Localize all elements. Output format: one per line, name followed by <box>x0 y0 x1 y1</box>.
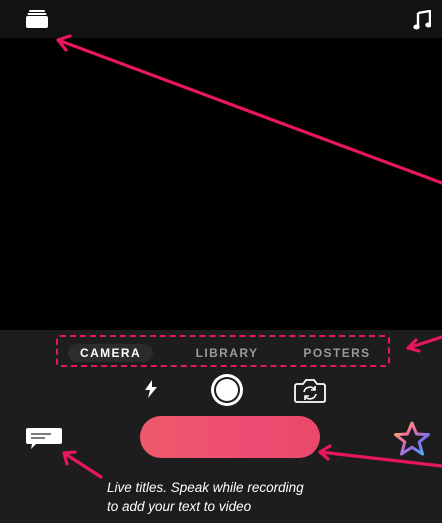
tab-library[interactable]: LIBRARY <box>186 344 268 362</box>
top-bar <box>0 0 442 38</box>
record-button[interactable] <box>140 416 320 458</box>
live-titles-icon[interactable] <box>26 428 62 450</box>
tab-camera[interactable]: CAMERA <box>68 344 154 362</box>
flash-icon[interactable] <box>144 380 158 398</box>
stack-icon[interactable] <box>26 10 48 28</box>
mode-tabs: CAMERA LIBRARY POSTERS <box>56 335 390 367</box>
star-effects-icon[interactable] <box>393 421 431 457</box>
live-titles-caption: Live titles. Speak while recording to ad… <box>107 478 407 516</box>
caption-line-1: Live titles. Speak while recording <box>107 480 304 495</box>
camera-screen: CAMERA LIBRARY POSTERS Live titles. Spea… <box>0 0 442 523</box>
tab-posters[interactable]: POSTERS <box>294 344 380 362</box>
shutter-icon[interactable] <box>209 373 245 407</box>
music-note-icon[interactable] <box>413 10 431 30</box>
flip-camera-icon[interactable] <box>293 378 327 404</box>
caption-line-2: to add your text to video <box>107 499 252 514</box>
camera-viewfinder[interactable] <box>0 38 442 330</box>
